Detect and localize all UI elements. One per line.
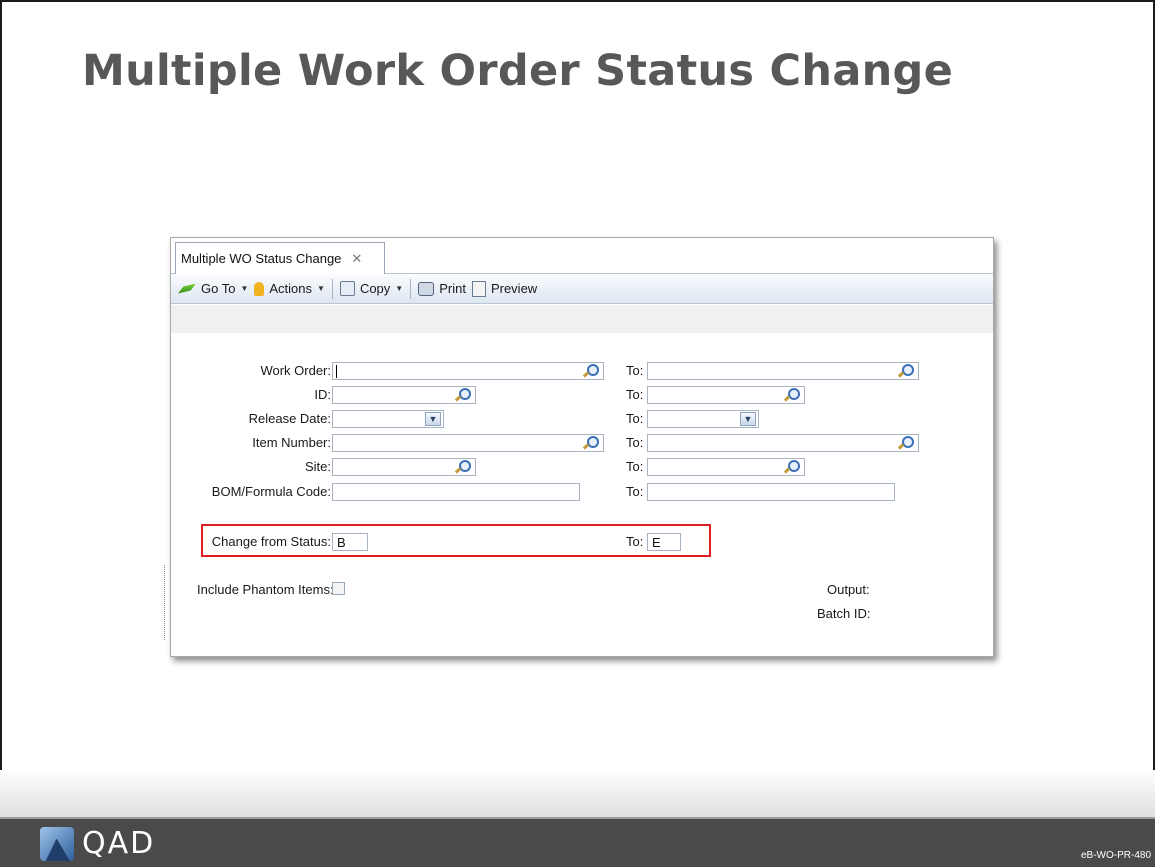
search-icon[interactable] <box>784 460 800 474</box>
preview-label: Preview <box>490 281 538 296</box>
to-label: To: <box>626 484 644 499</box>
chevron-down-icon: ▼ <box>317 284 325 293</box>
actions-button[interactable]: Actions ▼ <box>251 281 328 296</box>
tab-label: Multiple WO Status Change <box>181 251 342 266</box>
bom-formula-code-label: BOM/Formula Code: <box>211 484 331 499</box>
bom-formula-code-to-input[interactable] <box>647 483 895 501</box>
footer-bar <box>0 819 1155 867</box>
footer-gradient <box>0 770 1155 820</box>
toolbar-divider <box>410 278 412 299</box>
search-icon[interactable] <box>455 460 471 474</box>
search-icon[interactable] <box>898 364 914 378</box>
actions-label: Actions <box>269 281 313 296</box>
include-phantom-items-label: Include Phantom Items: <box>197 582 334 597</box>
copy-icon <box>339 281 355 296</box>
goto-label: Go To <box>201 281 236 296</box>
release-date-from-input[interactable]: ▼ <box>332 410 444 428</box>
output-label: Output: <box>827 582 870 597</box>
preview-button[interactable]: Preview <box>469 280 540 297</box>
go-to-icon <box>178 283 196 294</box>
item-number-to-input[interactable] <box>647 434 919 452</box>
id-from-input[interactable] <box>332 386 476 404</box>
search-icon[interactable] <box>583 436 599 450</box>
bom-formula-code-from-input[interactable] <box>332 483 580 501</box>
qad-logo: QAD <box>40 826 155 861</box>
actions-icon <box>254 281 265 296</box>
app-window: Multiple WO Status Change ✕ Go To ▼ Acti… <box>170 237 994 657</box>
to-label: To: <box>626 534 644 549</box>
chevron-down-icon[interactable]: ▼ <box>425 412 441 426</box>
tab-multiple-wo-status-change[interactable]: Multiple WO Status Change ✕ <box>175 242 385 274</box>
change-from-status-label: Change from Status: <box>211 534 331 549</box>
change-from-status-input[interactable]: B <box>332 533 368 551</box>
print-button[interactable]: Print <box>415 281 469 296</box>
to-label: To: <box>626 459 644 474</box>
preview-icon <box>471 280 486 297</box>
print-label: Print <box>439 281 466 296</box>
to-label: To: <box>626 363 644 378</box>
goto-button[interactable]: Go To ▼ <box>175 281 251 296</box>
change-to-status-value: E <box>652 535 661 550</box>
search-icon[interactable] <box>583 364 599 378</box>
search-icon[interactable] <box>898 436 914 450</box>
text-cursor <box>336 365 337 378</box>
to-label: To: <box>626 435 644 450</box>
site-from-input[interactable] <box>332 458 476 476</box>
release-date-label: Release Date: <box>248 411 331 426</box>
id-label: ID: <box>314 387 331 402</box>
chevron-down-icon: ▼ <box>240 284 249 293</box>
qad-logo-text: QAD <box>82 826 156 861</box>
window-edge-marker <box>164 565 166 640</box>
release-date-to-input[interactable]: ▼ <box>647 410 759 428</box>
printer-icon <box>418 281 435 296</box>
batch-id-label: Batch ID: <box>817 606 871 621</box>
sub-bar <box>171 305 993 333</box>
to-label: To: <box>626 411 644 426</box>
work-order-to-input[interactable] <box>647 362 919 380</box>
change-from-status-value: B <box>337 535 346 550</box>
site-label: Site: <box>304 459 331 474</box>
copy-label: Copy <box>359 281 391 296</box>
toolbar: Go To ▼ Actions ▼ Copy ▼ Print Preview <box>171 274 993 304</box>
work-order-label: Work Order: <box>260 363 331 378</box>
id-to-input[interactable] <box>647 386 805 404</box>
change-to-status-input[interactable]: E <box>647 533 681 551</box>
work-order-from-input[interactable] <box>332 362 604 380</box>
copy-button[interactable]: Copy ▼ <box>337 281 406 296</box>
site-to-input[interactable] <box>647 458 805 476</box>
chevron-down-icon[interactable]: ▼ <box>740 412 756 426</box>
chevron-down-icon: ▼ <box>395 284 404 293</box>
search-icon[interactable] <box>784 388 800 402</box>
close-icon[interactable]: ✕ <box>351 251 362 267</box>
to-label: To: <box>626 387 644 402</box>
include-phantom-items-checkbox[interactable] <box>332 582 345 595</box>
toolbar-divider <box>331 278 333 299</box>
tab-strip: Multiple WO Status Change ✕ <box>171 238 993 274</box>
item-number-from-input[interactable] <box>332 434 604 452</box>
search-icon[interactable] <box>455 388 471 402</box>
slide-code: eB-WO-PR-480 <box>1080 850 1151 861</box>
item-number-label: Item Number: <box>252 435 331 450</box>
slide-title: Multiple Work Order Status Change <box>82 46 954 96</box>
qad-logo-icon <box>40 826 74 861</box>
